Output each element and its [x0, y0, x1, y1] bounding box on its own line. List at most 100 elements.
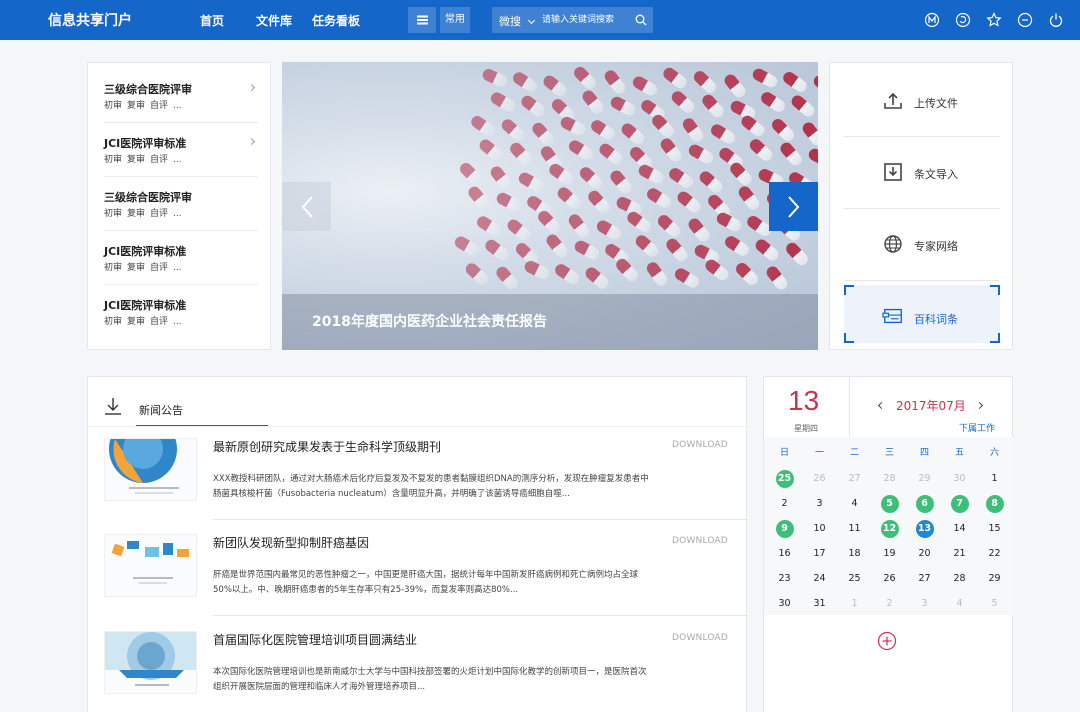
category-item[interactable]: JCI医院评审标准 初审 复审 自评... — [88, 279, 272, 333]
search-category-select[interactable]: 微搜 — [499, 13, 521, 29]
power-icon[interactable] — [1047, 11, 1065, 29]
calendar-day[interactable]: 2 — [872, 592, 907, 616]
calendar-day[interactable]: 13 — [907, 517, 942, 541]
calendar-day[interactable]: 11 — [837, 517, 872, 541]
upload-file-action[interactable]: 上传文件 — [844, 65, 1000, 137]
category-tag[interactable]: 复审 — [127, 209, 145, 219]
category-item[interactable]: 三级综合医院评审初审 复审 自评... — [88, 63, 272, 117]
calendar-day[interactable]: 24 — [802, 567, 837, 591]
calendar-day[interactable]: 1 — [837, 592, 872, 616]
category-tag[interactable]: 初审 — [104, 155, 122, 165]
calendar-prev-month-icon[interactable] — [877, 401, 886, 410]
search-input[interactable] — [542, 11, 626, 29]
encyclopedia-action[interactable]: 百科词条 — [844, 281, 1000, 353]
news-title[interactable]: 新团队发现新型抑制肝癌基因 — [213, 534, 369, 551]
calendar-day[interactable]: 25 — [767, 467, 802, 491]
category-title[interactable]: 三级综合医院评审 — [104, 81, 192, 97]
category-tag[interactable]: 自评 — [150, 263, 168, 273]
banner-caption[interactable]: 2018年度国内医药企业社会责任报告 — [312, 311, 547, 331]
calendar-day[interactable]: 3 — [802, 492, 837, 516]
news-title[interactable]: 首届国际化医院管理培训项目圆满结业 — [213, 631, 417, 648]
calendar-day[interactable]: 2 — [767, 492, 802, 516]
calendar-day[interactable]: 17 — [802, 542, 837, 566]
category-tag[interactable]: 复审 — [127, 317, 145, 327]
category-title[interactable]: 三级综合医院评审 — [104, 189, 192, 205]
calendar-day[interactable]: 16 — [767, 542, 802, 566]
category-tag[interactable]: 自评 — [150, 101, 168, 111]
news-thumbnail[interactable] — [104, 438, 197, 501]
calendar-day[interactable]: 30 — [942, 467, 977, 491]
category-tag[interactable]: 初审 — [104, 317, 122, 327]
subordinate-work-link[interactable]: 下属工作 — [959, 421, 995, 434]
category-tag[interactable]: 复审 — [127, 101, 145, 111]
category-title[interactable]: JCI医院评审标准 — [104, 135, 186, 151]
calendar-day[interactable]: 12 — [872, 517, 907, 541]
category-tag[interactable]: 初审 — [104, 101, 122, 111]
nav-task-board[interactable]: 任务看板 — [312, 12, 360, 29]
category-tag[interactable]: ... — [173, 317, 182, 327]
calendar-day[interactable]: 28 — [872, 467, 907, 491]
minus-circle-icon[interactable] — [1016, 11, 1034, 29]
m-circle-icon[interactable] — [923, 11, 941, 29]
calendar-next-month-icon[interactable] — [975, 401, 984, 410]
expert-network-action[interactable]: 专家网络 — [844, 209, 1000, 281]
news-thumbnail[interactable] — [104, 631, 197, 694]
calendar-day[interactable]: 29 — [907, 467, 942, 491]
category-item[interactable]: 三级综合医院评审初审 复审 自评... — [88, 171, 272, 225]
category-tag[interactable]: ... — [173, 101, 182, 111]
calendar-day[interactable]: 27 — [837, 467, 872, 491]
calendar-day[interactable]: 10 — [802, 517, 837, 541]
news-thumbnail[interactable] — [104, 534, 197, 597]
calendar-day[interactable]: 25 — [837, 567, 872, 591]
category-title[interactable]: JCI医院评审标准 — [104, 243, 186, 259]
nav-file-library[interactable]: 文件库 — [256, 12, 292, 29]
category-tag[interactable]: 复审 — [127, 155, 145, 165]
calendar-day[interactable]: 21 — [942, 542, 977, 566]
category-tag[interactable]: ... — [173, 263, 182, 273]
category-tag[interactable]: 初审 — [104, 209, 122, 219]
common-button[interactable]: 常用 — [440, 7, 470, 33]
calendar-day[interactable]: 26 — [802, 467, 837, 491]
download-link[interactable]: DOWNLOAD — [672, 440, 728, 450]
calendar-day[interactable]: 9 — [767, 517, 802, 541]
calendar-day[interactable]: 27 — [907, 567, 942, 591]
calendar-day[interactable]: 4 — [837, 492, 872, 516]
download-link[interactable]: DOWNLOAD — [672, 536, 728, 546]
calendar-day[interactable]: 22 — [977, 542, 1012, 566]
news-section-title[interactable]: 新闻公告 — [139, 402, 183, 418]
calendar-day[interactable]: 5 — [977, 592, 1012, 616]
banner-carousel[interactable]: 2018年度国内医药企业社会责任报告 — [282, 62, 818, 350]
menu-button[interactable] — [408, 7, 436, 33]
calendar-day[interactable]: 7 — [942, 492, 977, 516]
calendar-day[interactable]: 20 — [907, 542, 942, 566]
calendar-day[interactable]: 23 — [767, 567, 802, 591]
download-link[interactable]: DOWNLOAD — [672, 633, 728, 643]
calendar-day[interactable]: 30 — [767, 592, 802, 616]
calendar-day[interactable]: 18 — [837, 542, 872, 566]
calendar-day[interactable]: 31 — [802, 592, 837, 616]
calendar-day[interactable]: 14 — [942, 517, 977, 541]
calendar-day[interactable]: 8 — [977, 492, 1012, 516]
calendar-day[interactable]: 6 — [907, 492, 942, 516]
calendar-day[interactable]: 4 — [942, 592, 977, 616]
search-button[interactable] — [629, 7, 653, 33]
category-tag[interactable]: ... — [173, 209, 182, 219]
category-tag[interactable]: ... — [173, 155, 182, 165]
banner-next-button[interactable] — [769, 182, 818, 231]
calendar-day[interactable]: 28 — [942, 567, 977, 591]
calendar-day[interactable]: 26 — [872, 567, 907, 591]
news-title[interactable]: 最新原创研究成果发表于生命科学顶级期刊 — [213, 438, 441, 455]
star-icon[interactable] — [985, 11, 1003, 29]
import-clause-action[interactable]: 条文导入 — [844, 137, 1000, 209]
category-tag[interactable]: 复审 — [127, 263, 145, 273]
calendar-day[interactable]: 19 — [872, 542, 907, 566]
calendar-day[interactable]: 15 — [977, 517, 1012, 541]
add-event-button[interactable] — [877, 631, 897, 651]
news-item[interactable]: 首届国际化医院管理培训项目圆满结业 DOWNLOAD 本次国际化医院管理培训也是新南… — [88, 631, 748, 712]
calendar-day[interactable]: 5 — [872, 492, 907, 516]
nav-home[interactable]: 首页 — [200, 12, 224, 29]
category-item[interactable]: JCI医院评审标准 初审 复审 自评... — [88, 225, 272, 279]
category-tag[interactable]: 自评 — [150, 209, 168, 219]
refresh-icon[interactable] — [954, 11, 972, 29]
calendar-day[interactable]: 29 — [977, 567, 1012, 591]
